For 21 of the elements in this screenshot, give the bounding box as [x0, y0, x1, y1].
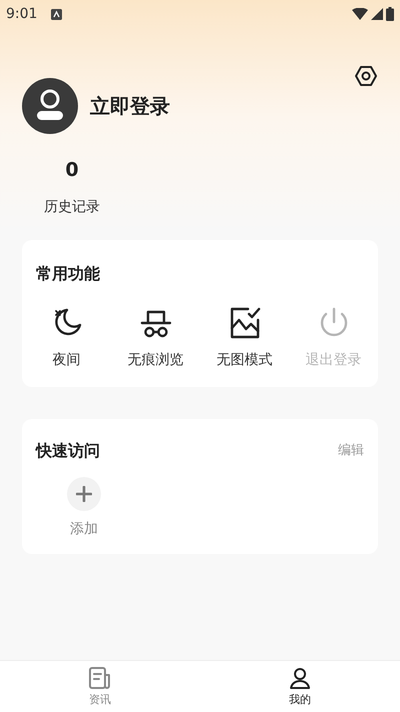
- section-title: 常用功能: [35, 262, 101, 284]
- newspaper-icon: [87, 664, 113, 691]
- signal-icon: [371, 8, 383, 20]
- function-button[interactable]: 无图模式: [200, 306, 289, 370]
- function-button[interactable]: 无痕浏览: [111, 306, 200, 370]
- battery-icon: [386, 7, 394, 21]
- avatar-icon[interactable]: [22, 78, 78, 134]
- plus-icon: [76, 486, 92, 502]
- wifi-icon: [352, 8, 368, 20]
- login-link[interactable]: 立即登录: [90, 91, 170, 121]
- nav-tab[interactable]: 资讯: [0, 661, 200, 712]
- stat-value: 0: [65, 158, 79, 183]
- add-button[interactable]: [67, 476, 101, 510]
- settings-icon[interactable]: [354, 64, 378, 88]
- notification-icon: [51, 8, 62, 20]
- nav-tab[interactable]: 我的: [200, 661, 400, 712]
- stat-label[interactable]: 历史记录: [44, 196, 100, 218]
- section-title: 快速访问: [36, 440, 100, 462]
- function-button[interactable]: 夜间: [22, 306, 111, 370]
- add-label: 添加: [70, 520, 98, 538]
- status-time: 9:01: [6, 4, 38, 24]
